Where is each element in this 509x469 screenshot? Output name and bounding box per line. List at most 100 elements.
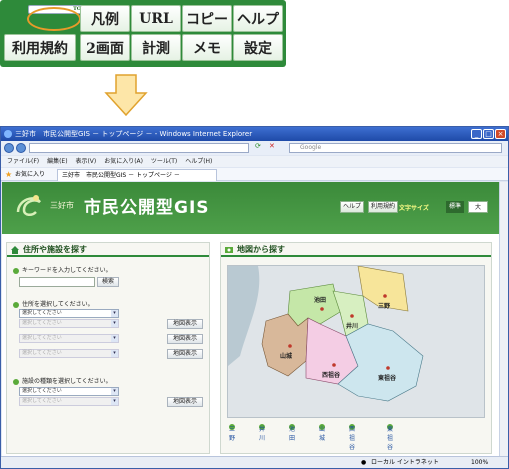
font-size-label: 文字サイズ: [399, 205, 429, 212]
higashiiya-pin: [386, 366, 390, 370]
nav-settings-button[interactable]: 設定: [233, 34, 283, 61]
map-show-button-1[interactable]: 地図表示: [167, 319, 203, 329]
area-map[interactable]: 三野 池田 井川 山城 西祖谷 東祖谷: [227, 265, 485, 418]
highlight-ring: [27, 7, 81, 31]
keyword-step: キーワードを入力してください。: [13, 265, 112, 274]
nav-panel: TOP 凡例 URL コピー ヘルプ 利用規約 2画面 計測 メモ 設定: [0, 0, 286, 67]
address-select-1[interactable]: 選択してください ▾: [19, 309, 119, 318]
header-help-button[interactable]: ヘルプ: [340, 201, 364, 213]
stop-icon[interactable]: ✕: [269, 142, 275, 150]
yamashiro-pin: [288, 344, 292, 348]
facility-select-2: 選択してください ▾: [19, 397, 119, 406]
nav-dual-screen-button[interactable]: 2画面: [80, 34, 130, 61]
nav-help-button[interactable]: ヘルプ: [233, 5, 283, 32]
globe-icon: ●: [361, 459, 367, 466]
nav-memo-button[interactable]: メモ: [182, 34, 232, 61]
keyword-input[interactable]: [19, 277, 95, 287]
search-button[interactable]: 検索: [97, 277, 119, 287]
browser-tab[interactable]: 三好市 市民公開型GIS － トップページ －: [57, 169, 217, 181]
nav-legend-button[interactable]: 凡例: [80, 5, 130, 32]
address-bar: ⟳ ✕ Google: [1, 141, 508, 155]
map-show-button-2[interactable]: 地図表示: [167, 334, 203, 344]
map-show-button-3[interactable]: 地図表示: [167, 349, 203, 359]
mino-pin: [383, 294, 387, 298]
address-select-2: 選択してください ▾: [19, 319, 119, 328]
address-select-4: 選択してください ▾: [19, 349, 119, 358]
address-select-3: 選択してください ▾: [19, 334, 119, 343]
refresh-icon[interactable]: ⟳: [255, 142, 261, 150]
address-step: 住所を選択してください。: [13, 299, 94, 308]
status-bar: ● ローカル イントラネット 100%: [1, 456, 508, 468]
label-nishiiya: 西祖谷: [322, 371, 341, 379]
area-ikeda[interactable]: [287, 283, 341, 327]
forward-button[interactable]: [16, 143, 26, 153]
menu-edit[interactable]: 編集(E): [47, 158, 67, 165]
swirl-logo-icon: [16, 195, 41, 216]
label-yamashiro: 山城: [280, 352, 292, 360]
area-link-yamashiro-label: 山城: [319, 426, 326, 442]
menu-file[interactable]: ファイル(F): [7, 158, 39, 165]
header-terms-button[interactable]: 利用規約: [368, 201, 398, 213]
address-prompt: 住所を選択してください。: [22, 301, 94, 308]
area-yamashiro[interactable]: [261, 313, 309, 377]
facility-select-2-value: 選択してください: [22, 398, 62, 404]
browser-title-bar: 三好市 市民公開型GIS － トップページ － - Windows Intern…: [1, 127, 508, 141]
map-panel-header: 地図から探す: [221, 243, 491, 257]
address-select-1-value: 選択してください: [22, 310, 62, 316]
zoom-level[interactable]: 100%: [471, 457, 488, 468]
nav-url-button[interactable]: URL: [131, 5, 181, 32]
facility-select-1[interactable]: 選択してください ▾: [19, 387, 119, 396]
address-select-3-value: 選択してください: [22, 335, 62, 341]
arrow-down-icon: [104, 74, 148, 117]
zone-status: ローカル イントラネット: [371, 459, 439, 466]
area-map-svg: 三野 池田 井川 山城 西祖谷 東祖谷: [228, 265, 424, 402]
vertical-scrollbar[interactable]: [499, 182, 508, 456]
chevron-down-icon: ▾: [111, 398, 118, 405]
nav-measure-button[interactable]: 計測: [131, 34, 181, 61]
browser-window: 三好市 市民公開型GIS － トップページ － - Windows Intern…: [0, 126, 509, 469]
search-panel-title: 住所や施設を探す: [23, 245, 87, 254]
back-button[interactable]: [4, 143, 14, 153]
page-content: 三好市 市民公開型GIS ヘルプ 利用規約 文字サイズ 標準 大 住所や施設を探…: [2, 182, 499, 456]
map-icon: [225, 247, 233, 253]
area-link-higashiiya-label: 東祖谷: [387, 426, 394, 451]
facility-step: 施設の種類を選択してください。: [13, 376, 112, 385]
browser-tab-label: 三好市 市民公開型GIS － トップページ －: [62, 172, 180, 179]
facility-select-1-value: 選択してください: [22, 388, 62, 394]
search-input[interactable]: Google: [289, 143, 502, 153]
close-button[interactable]: ×: [495, 129, 506, 139]
map-panel-title: 地図から探す: [237, 245, 285, 254]
ikeda-pin: [320, 307, 324, 311]
font-standard-button[interactable]: 標準: [446, 201, 464, 213]
bullet-icon: [13, 267, 19, 274]
menu-bar: ファイル(F) 編集(E) 表示(V) お気に入り(A) ツール(T) ヘルプ(…: [1, 156, 508, 167]
nav-terms-button[interactable]: 利用規約: [4, 34, 76, 61]
favorites-label[interactable]: お気に入り: [15, 168, 45, 181]
url-input[interactable]: [29, 143, 249, 153]
label-higashiiya: 東祖谷: [378, 374, 397, 382]
label-ikawa: 井川: [346, 322, 358, 330]
river-region: [228, 266, 260, 366]
star-icon[interactable]: ★: [5, 168, 12, 181]
site-title: 市民公開型GIS: [84, 198, 210, 218]
site-header: 三好市 市民公開型GIS ヘルプ 利用規約 文字サイズ 標準 大: [2, 182, 499, 234]
font-large-button[interactable]: 大: [468, 201, 488, 213]
address-select-2-value: 選択してください: [22, 320, 62, 326]
menu-help[interactable]: ヘルプ(H): [185, 158, 212, 165]
area-link-ikeda-label: 池田: [289, 426, 296, 442]
area-link-mino-label: 三野: [229, 426, 236, 442]
city-name: 三好市: [50, 201, 74, 210]
menu-view[interactable]: 表示(V): [75, 158, 96, 165]
area-link-ikawa-label: 井川: [259, 426, 266, 442]
nav-copy-button[interactable]: コピー: [182, 5, 232, 32]
maximize-button[interactable]: □: [483, 129, 494, 139]
map-show-button-4[interactable]: 地図表示: [167, 397, 203, 407]
menu-favorites[interactable]: お気に入り(A): [104, 158, 143, 165]
address-select-4-value: 選択してください: [22, 350, 62, 356]
menu-tools[interactable]: ツール(T): [151, 158, 177, 165]
house-icon: [11, 246, 19, 254]
search-placeholder: Google: [300, 144, 322, 151]
chevron-down-icon: ▾: [111, 350, 118, 357]
minimize-button[interactable]: _: [471, 129, 482, 139]
chevron-down-icon: ▾: [111, 320, 118, 327]
